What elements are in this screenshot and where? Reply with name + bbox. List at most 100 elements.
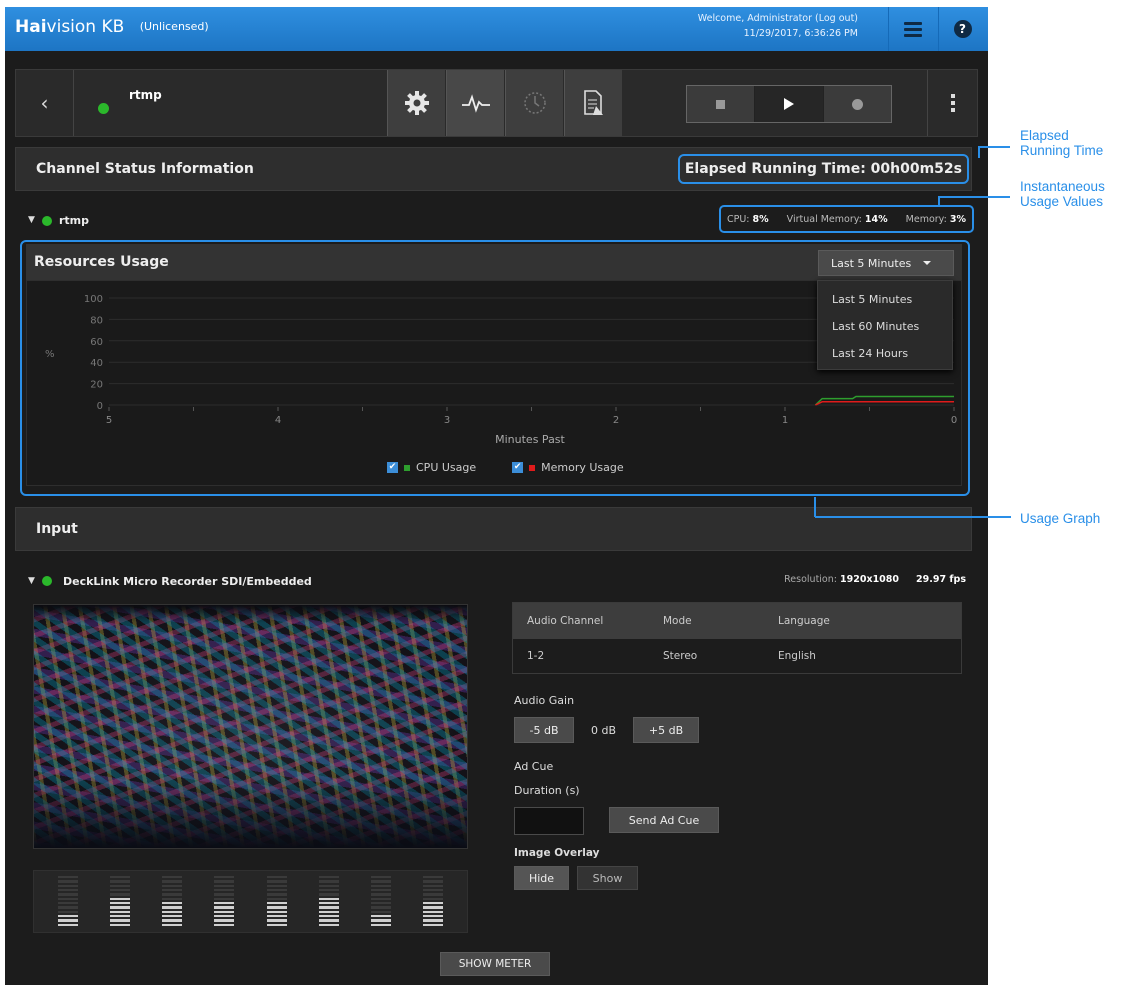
meter-segment bbox=[58, 923, 79, 926]
legend-cpu[interactable]: ✔ CPU Usage bbox=[387, 461, 476, 474]
meter-segment bbox=[110, 923, 131, 926]
meter-segment bbox=[370, 876, 391, 879]
meter-segment bbox=[318, 915, 339, 918]
channel-status-header: Channel Status Information Elapsed Runni… bbox=[15, 147, 972, 191]
range-option-24-hours[interactable]: Last 24 Hours bbox=[818, 340, 952, 367]
meter-segment bbox=[214, 889, 235, 892]
gain-minus-button[interactable]: -5 dB bbox=[514, 717, 574, 743]
input-header: Input bbox=[15, 507, 972, 551]
brand-logo[interactable]: Haivision KB (Unlicensed) bbox=[15, 17, 209, 37]
y-tick-label: 20 bbox=[90, 380, 103, 391]
settings-button[interactable] bbox=[387, 70, 445, 136]
meter-segment bbox=[266, 915, 287, 918]
legend-memory[interactable]: ✔ Memory Usage bbox=[512, 461, 624, 474]
table-header: Audio Channel Mode Language bbox=[513, 603, 961, 639]
back-button[interactable]: ‹ bbox=[16, 70, 74, 136]
time-range-select[interactable]: Last 5 Minutes bbox=[818, 250, 954, 276]
meter-segment bbox=[110, 889, 131, 892]
meter-segment bbox=[58, 889, 79, 892]
meter-segment bbox=[58, 876, 79, 879]
hide-overlay-button[interactable]: Hide bbox=[514, 866, 569, 890]
annotation-line-elapsed bbox=[980, 146, 1010, 148]
menu-button[interactable] bbox=[888, 7, 936, 51]
process-status-dot bbox=[42, 216, 52, 226]
ad-cue-label: Ad Cue bbox=[514, 760, 554, 773]
meter-segment bbox=[214, 897, 235, 901]
image-overlay-label: Image Overlay bbox=[514, 847, 600, 859]
cpu-usage: CPU: 8% bbox=[726, 213, 769, 225]
record-button[interactable] bbox=[823, 86, 891, 122]
audio-meter bbox=[214, 876, 235, 926]
table-row[interactable]: 1-2 Stereo English bbox=[513, 639, 961, 673]
show-meter-button[interactable]: SHOW METER bbox=[440, 952, 550, 976]
collapse-toggle-icon[interactable]: ▼ bbox=[28, 576, 35, 586]
col-mode: Mode bbox=[663, 615, 692, 627]
meter-segment bbox=[422, 893, 443, 896]
brand-hai: Hai bbox=[15, 17, 47, 37]
annotation-line-graph bbox=[815, 516, 1011, 518]
send-ad-cue-button[interactable]: Send Ad Cue bbox=[609, 807, 719, 833]
meter-segment bbox=[162, 902, 183, 905]
play-button[interactable] bbox=[755, 86, 824, 122]
meter-segment bbox=[370, 884, 391, 888]
meter-segment bbox=[370, 902, 391, 905]
audio-meter bbox=[422, 876, 443, 926]
meter-segment bbox=[110, 919, 131, 922]
process-name: rtmp bbox=[59, 214, 90, 227]
stop-button[interactable] bbox=[687, 86, 756, 122]
col-language: Language bbox=[778, 615, 830, 627]
range-option-60-min[interactable]: Last 60 Minutes bbox=[818, 313, 952, 340]
y-tick-label: 80 bbox=[90, 315, 103, 326]
meter-segment bbox=[162, 910, 183, 914]
top-bar: Haivision KB (Unlicensed) Welcome, Admin… bbox=[5, 7, 988, 51]
meter-segment bbox=[422, 880, 443, 883]
input-title: Input bbox=[36, 521, 78, 537]
welcome-text[interactable]: Welcome, Administrator (Log out) bbox=[698, 11, 858, 26]
checkbox-icon[interactable]: ✔ bbox=[387, 462, 398, 473]
more-options-button[interactable] bbox=[927, 70, 977, 136]
meter-segment bbox=[318, 876, 339, 879]
clock-icon bbox=[523, 92, 546, 114]
collapse-toggle-icon[interactable]: ▼ bbox=[28, 215, 35, 225]
meter-segment bbox=[422, 923, 443, 926]
status-button[interactable] bbox=[446, 70, 504, 136]
meter-segment bbox=[422, 910, 443, 914]
meter-segment bbox=[266, 893, 287, 896]
meter-segment bbox=[318, 897, 339, 901]
input-device-name: DeckLink Micro Recorder SDI/Embedded bbox=[63, 575, 312, 588]
range-option-5-min[interactable]: Last 5 Minutes bbox=[818, 286, 952, 313]
gain-plus-button[interactable]: +5 dB bbox=[633, 717, 699, 743]
meter-segment bbox=[58, 897, 79, 901]
help-icon: ? bbox=[953, 20, 972, 38]
process-row: ▼ rtmp CPU: 8% Virtual Memory: 14% Memor… bbox=[22, 205, 974, 233]
meter-segment bbox=[110, 910, 131, 914]
audio-meter bbox=[110, 876, 131, 926]
report-button[interactable] bbox=[564, 70, 622, 136]
meter-segment bbox=[162, 919, 183, 922]
annotation-line-elapsed bbox=[978, 146, 980, 158]
instantaneous-usage: CPU: 8% Virtual Memory: 14% Memory: 3% bbox=[718, 205, 974, 233]
meter-segment bbox=[110, 902, 131, 905]
show-overlay-button[interactable]: Show bbox=[577, 866, 638, 890]
meter-segment bbox=[422, 897, 443, 901]
schedule-button[interactable] bbox=[505, 70, 563, 136]
channel-status-dot bbox=[98, 103, 109, 114]
audio-meter bbox=[58, 876, 79, 926]
meter-segment bbox=[162, 897, 183, 901]
channel-toolbar: ‹ rtmp bbox=[15, 69, 978, 137]
meter-segment bbox=[214, 893, 235, 896]
help-button[interactable]: ? bbox=[938, 7, 986, 51]
duration-label: Duration (s) bbox=[514, 784, 580, 797]
channel-name: rtmp bbox=[129, 88, 162, 102]
meter-segment bbox=[318, 923, 339, 926]
audio-channel-table: Audio Channel Mode Language 1-2 Stereo E… bbox=[512, 602, 962, 674]
duration-input[interactable] bbox=[514, 807, 584, 835]
audio-meter bbox=[318, 876, 339, 926]
checkbox-icon[interactable]: ✔ bbox=[512, 462, 524, 473]
x-tick-label: 0 bbox=[951, 415, 957, 426]
meter-segment bbox=[318, 880, 339, 883]
legend-cpu-label: CPU Usage bbox=[416, 461, 477, 474]
meter-segment bbox=[370, 893, 391, 896]
meter-segment bbox=[58, 910, 79, 914]
meter-segment bbox=[214, 884, 235, 888]
